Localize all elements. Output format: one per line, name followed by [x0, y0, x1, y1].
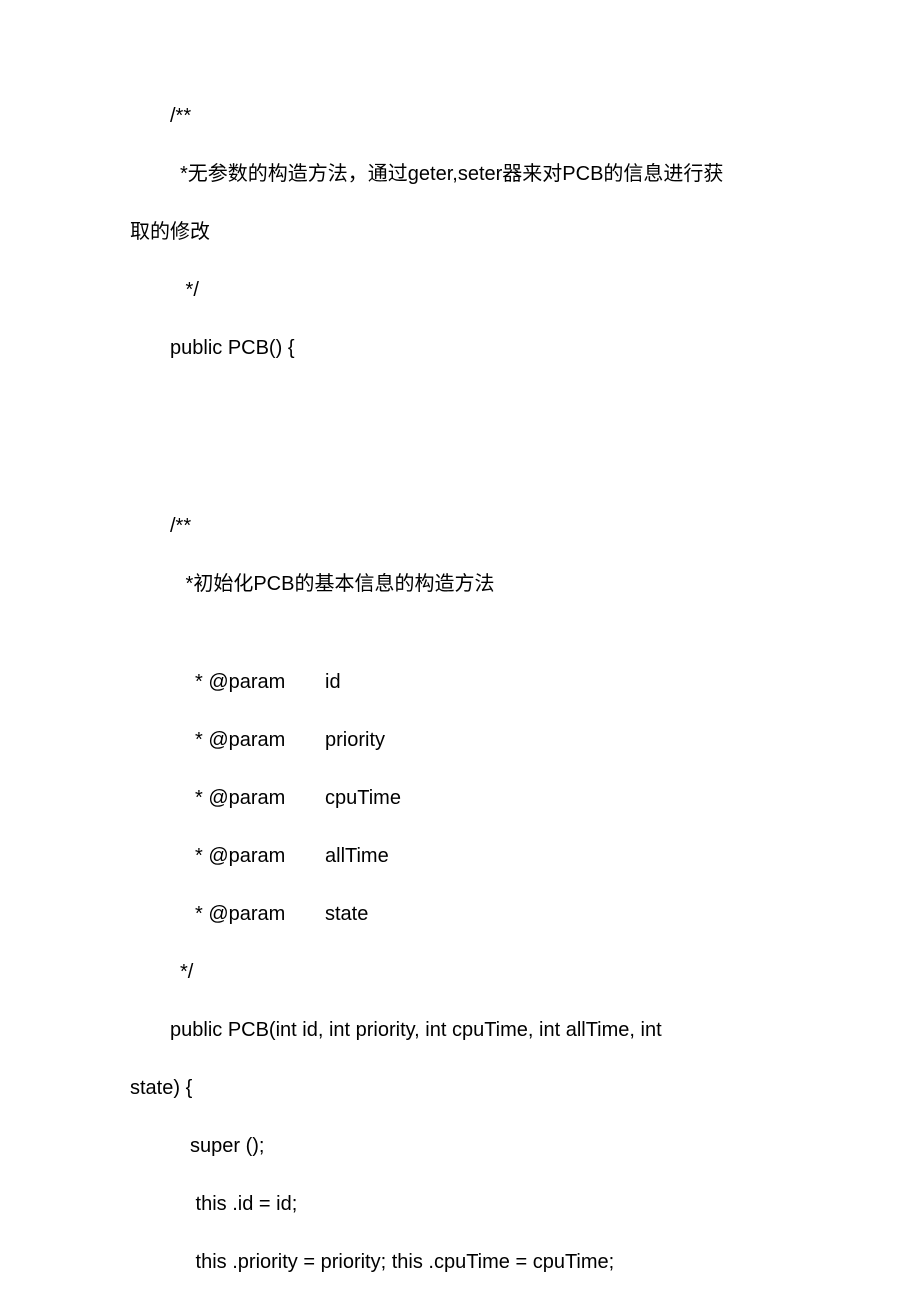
- javadoc-param: * @param state: [130, 898, 800, 930]
- spacer: [130, 390, 800, 510]
- code-line: this .priority = priority; this .cpuTime…: [130, 1246, 800, 1278]
- javadoc-close: */: [130, 274, 800, 306]
- param-name: id: [325, 666, 341, 698]
- param-tag: * @param: [195, 724, 325, 756]
- javadoc-description-wrap: 取的修改: [130, 216, 800, 248]
- constructor-signature: public PCB() {: [130, 332, 800, 364]
- document-page: /** *无参数的构造方法，通过geter,seter器来对PCB的信息进行获 …: [0, 100, 920, 1278]
- javadoc-description: *无参数的构造方法，通过geter,seter器来对PCB的信息进行获: [130, 158, 800, 190]
- param-tag: * @param: [195, 666, 325, 698]
- param-tag: * @param: [195, 782, 325, 814]
- constructor-signature: public PCB(int id, int priority, int cpu…: [130, 1014, 800, 1046]
- javadoc-param: * @param cpuTime: [130, 782, 800, 814]
- javadoc-open: /**: [130, 100, 800, 132]
- javadoc-description: *初始化PCB的基本信息的构造方法: [130, 568, 800, 600]
- javadoc-close: */: [130, 956, 800, 988]
- code-line: this .id = id;: [130, 1188, 800, 1220]
- param-name: cpuTime: [325, 782, 401, 814]
- code-line: super ();: [130, 1130, 800, 1162]
- param-name: state: [325, 898, 368, 930]
- javadoc-param: * @param id: [130, 666, 800, 698]
- param-tag: * @param: [195, 898, 325, 930]
- param-name: priority: [325, 724, 385, 756]
- constructor-signature-wrap: state) {: [130, 1072, 800, 1104]
- javadoc-open: /**: [130, 510, 800, 542]
- param-name: allTime: [325, 840, 389, 872]
- javadoc-param: * @param priority: [130, 724, 800, 756]
- spacer: [130, 626, 800, 666]
- javadoc-param: * @param allTime: [130, 840, 800, 872]
- param-tag: * @param: [195, 840, 325, 872]
